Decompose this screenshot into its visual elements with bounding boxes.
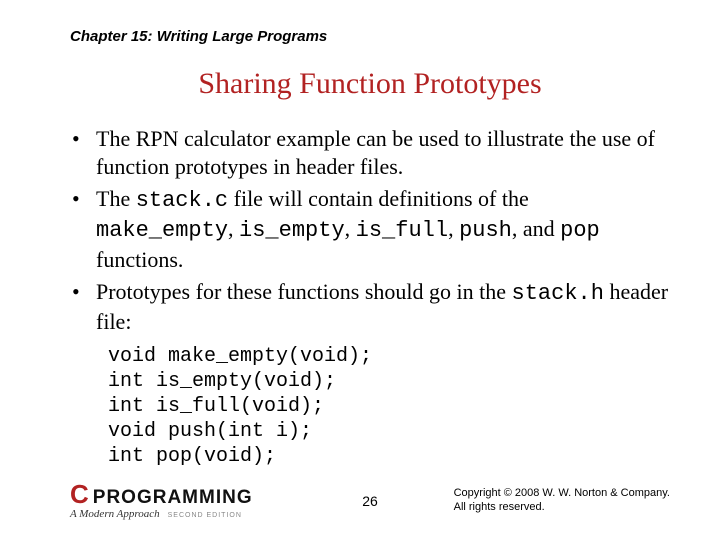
code-inline: stack.c bbox=[136, 188, 228, 213]
logo-c-icon: C bbox=[70, 481, 89, 507]
bullet-dot-icon: • bbox=[70, 125, 96, 181]
bullet-dot-icon: • bbox=[70, 278, 96, 336]
book-logo: C PROGRAMMING A Modern Approach SECOND E… bbox=[70, 481, 253, 520]
chapter-label: Chapter 15: Writing Large Programs bbox=[70, 28, 670, 45]
bullet-item: • The RPN calculator example can be used… bbox=[70, 125, 670, 181]
bullet-item: • The stack.c file will contain definiti… bbox=[70, 185, 670, 273]
code-inline: push bbox=[459, 218, 512, 243]
copyright-line: All rights reserved. bbox=[454, 501, 670, 515]
footer: C PROGRAMMING A Modern Approach SECOND E… bbox=[70, 481, 670, 520]
code-inline: is_full bbox=[356, 218, 448, 243]
logo-word: PROGRAMMING bbox=[93, 487, 253, 509]
code-inline: make_empty bbox=[96, 218, 228, 243]
bullet-list: • The RPN calculator example can be used… bbox=[70, 125, 670, 336]
bullet-text: Prototypes for these functions should go… bbox=[96, 278, 670, 336]
copyright: Copyright © 2008 W. W. Norton & Company.… bbox=[454, 487, 670, 515]
bullet-dot-icon: • bbox=[70, 185, 96, 273]
code-block: void make_empty(void); int is_empty(void… bbox=[108, 344, 670, 469]
logo-edition: SECOND EDITION bbox=[168, 512, 242, 519]
code-inline: stack.h bbox=[512, 281, 604, 306]
page-number: 26 bbox=[362, 493, 378, 509]
code-inline: pop bbox=[560, 218, 600, 243]
bullet-item: • Prototypes for these functions should … bbox=[70, 278, 670, 336]
code-inline: is_empty bbox=[239, 218, 345, 243]
slide-title: Sharing Function Prototypes bbox=[70, 67, 670, 101]
bullet-text: The stack.c file will contain definition… bbox=[96, 185, 670, 273]
copyright-line: Copyright © 2008 W. W. Norton & Company. bbox=[454, 487, 670, 501]
logo-subtitle: A Modern Approach bbox=[70, 508, 160, 520]
bullet-text: The RPN calculator example can be used t… bbox=[96, 125, 670, 181]
